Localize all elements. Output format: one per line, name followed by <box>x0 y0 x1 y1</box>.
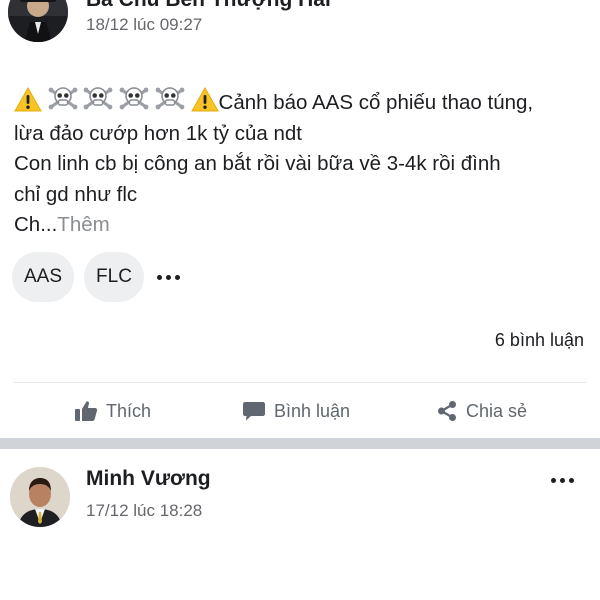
skull-crossbones-icon <box>155 86 185 112</box>
dot <box>166 274 171 280</box>
author-name[interactable]: Minh Vương <box>86 467 211 491</box>
dot <box>175 274 180 280</box>
author-avatar[interactable] <box>8 0 68 42</box>
comments-count[interactable]: 6 bình luận <box>495 330 584 351</box>
comment-icon <box>243 402 265 421</box>
post-actions: Thích Bình luận Chia sẻ <box>0 385 600 437</box>
warning-icon <box>190 87 219 112</box>
share-label: Chia sẻ <box>466 400 528 421</box>
post-line-1-text: Cảnh báo AAS cổ phiếu thao túng, <box>218 91 534 114</box>
tag-list: AAS FLC <box>12 252 184 302</box>
comment-button[interactable]: Bình luận <box>242 385 350 437</box>
comment-label: Bình luận <box>274 400 351 421</box>
skull-crossbones-icon <box>119 86 149 112</box>
post-card: Bà Chủ Bến Thượng Hải 18/12 lúc 09:27 Cả… <box>0 0 600 438</box>
post-line-3: Con linh cb bị công an bắt rồi vài bữa v… <box>14 152 501 175</box>
warning-icon <box>14 87 42 112</box>
share-button[interactable]: Chia sẻ <box>436 385 527 437</box>
post-line-5: Ch...Thêm <box>14 210 594 241</box>
post-line-1: Cảnh báo AAS cổ phiếu thao túng, <box>14 86 594 119</box>
skull-crossbones-icon <box>48 86 78 112</box>
thumbs-up-icon <box>75 401 98 421</box>
see-more-link[interactable]: Thêm <box>57 213 109 236</box>
dot <box>569 477 574 483</box>
post-line-2: lừa đảo cướp hơn 1k tỷ của ndt <box>14 121 302 145</box>
like-button[interactable]: Thích <box>74 385 151 437</box>
author-name[interactable]: Bà Chủ Bến Thượng Hải <box>86 0 331 12</box>
post-timestamp[interactable]: 17/12 lúc 18:28 <box>86 501 202 521</box>
post-line-4: chỉ gd như flc <box>14 182 138 206</box>
post-body: Cảnh báo AAS cổ phiếu thao túng, lừa đảo… <box>14 86 594 241</box>
tag-chip-flc[interactable]: FLC <box>84 252 144 302</box>
like-label: Thích <box>106 400 152 421</box>
dot <box>560 477 565 483</box>
post-separator <box>0 438 600 449</box>
skull-crossbones-icon <box>83 86 113 112</box>
more-tags-icon[interactable] <box>157 252 184 302</box>
divider <box>14 382 586 383</box>
post-options-icon[interactable] <box>551 470 578 490</box>
truncated-text: Ch... <box>14 213 58 236</box>
tag-chip-aas[interactable]: AAS <box>12 252 74 302</box>
post-timestamp[interactable]: 18/12 lúc 09:27 <box>86 15 202 35</box>
dot <box>551 477 556 483</box>
author-avatar[interactable] <box>10 467 70 527</box>
share-icon <box>438 401 456 421</box>
dot <box>157 274 162 280</box>
